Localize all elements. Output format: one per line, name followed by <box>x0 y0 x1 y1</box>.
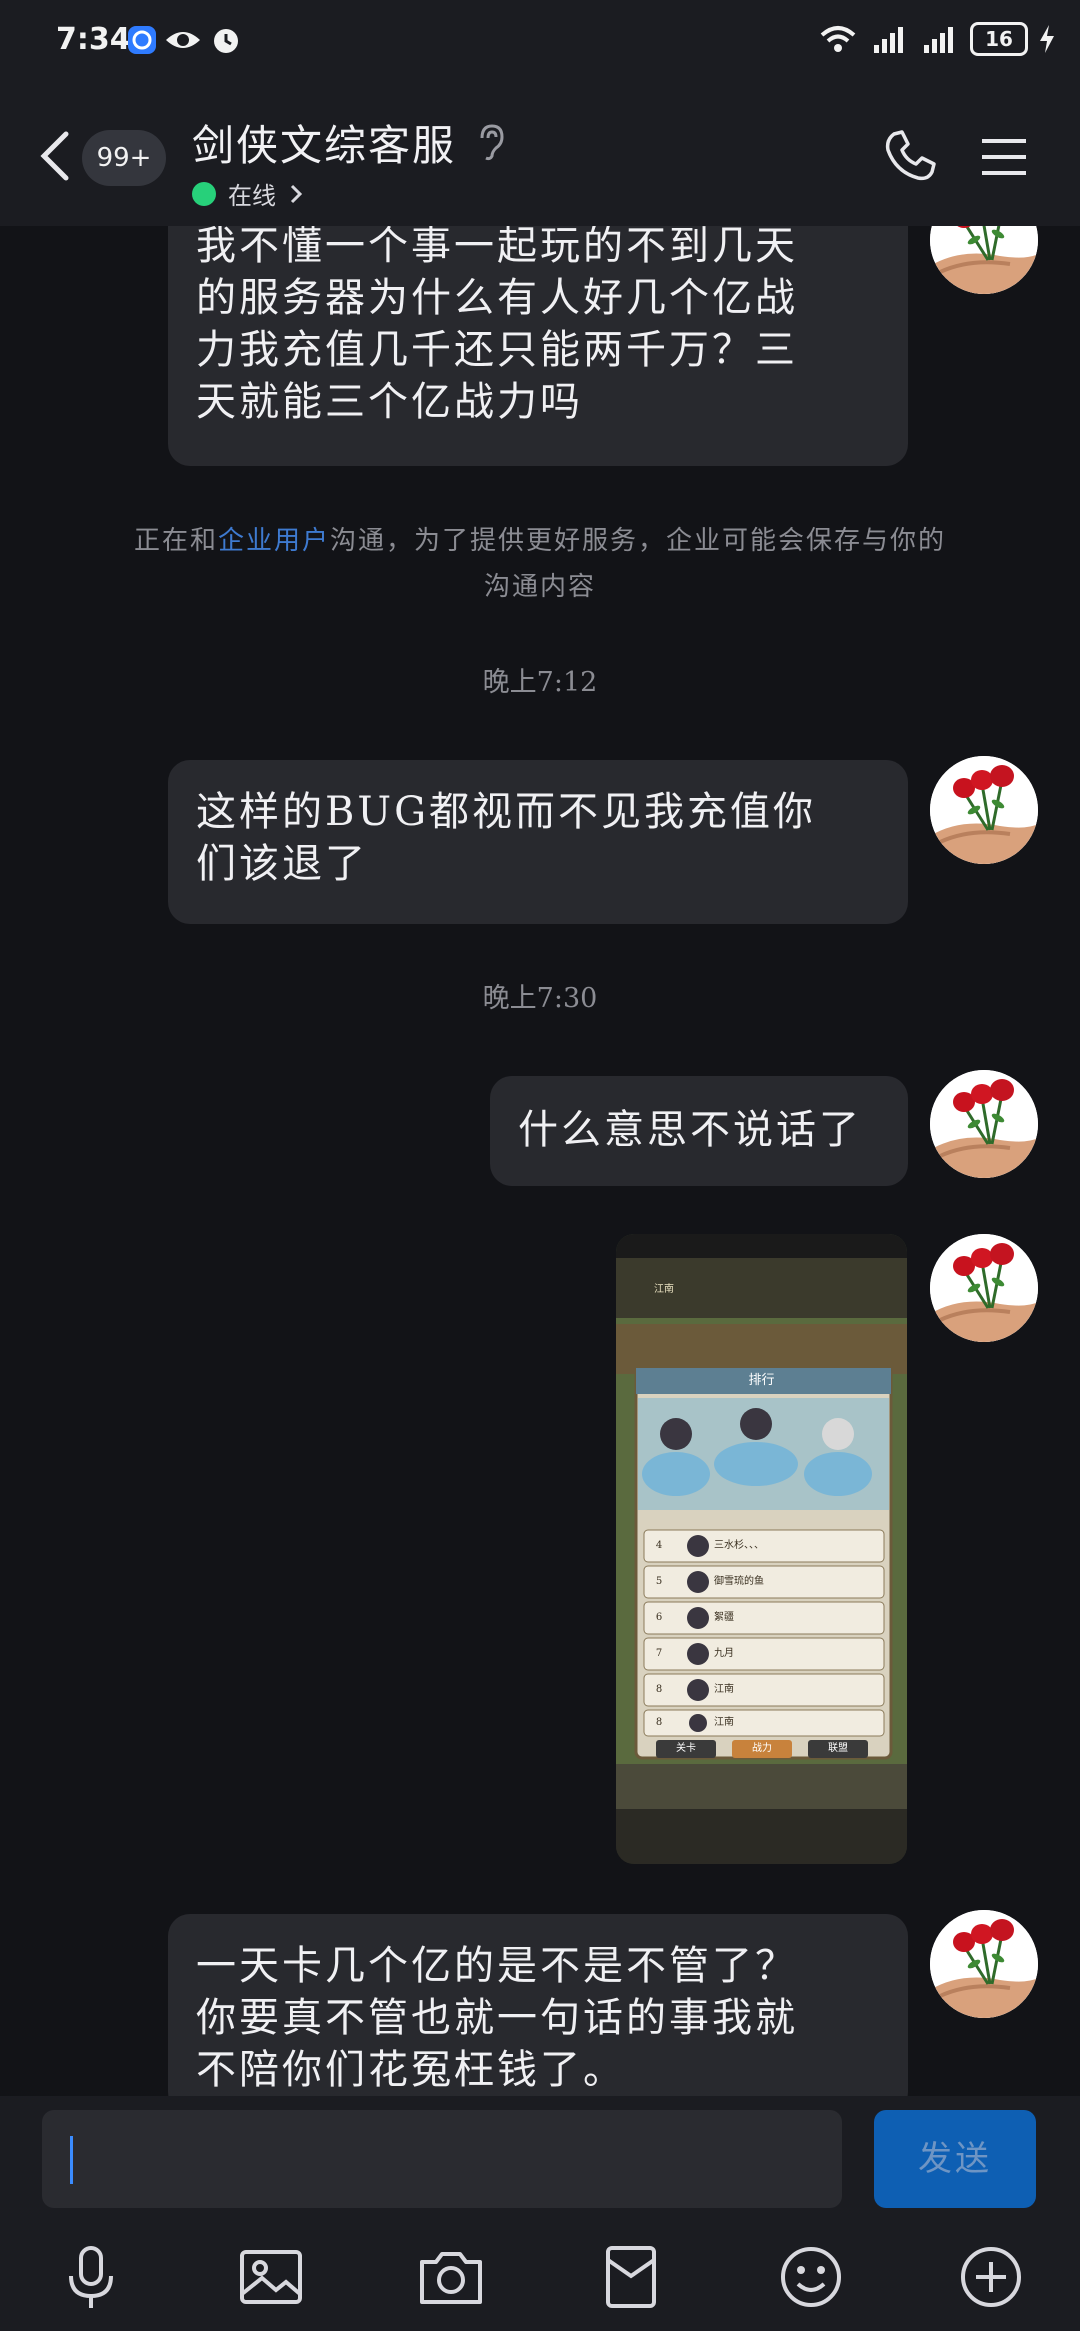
message-line: 们该退了 <box>196 841 368 887</box>
microphone-icon[interactable] <box>56 2242 126 2312</box>
game-tab: 联盟 <box>828 1743 848 1754</box>
timestamp: 晚上7:30 <box>482 983 598 1014</box>
message-line: 这样的BUG都视而不见我充值你 <box>196 789 817 835</box>
alarm-icon <box>214 29 238 53</box>
unread-badge[interactable]: 99+ <box>82 130 166 186</box>
message-line: 不陪你们花冤枉钱了。 <box>196 2047 626 2093</box>
game-panel-title: 排行 <box>748 1373 775 1388</box>
send-button[interactable]: 发送 <box>874 2110 1036 2208</box>
wifi-icon <box>820 26 856 52</box>
charging-icon <box>1040 25 1054 53</box>
phone-icon[interactable] <box>882 128 938 184</box>
signal-1-icon <box>874 27 903 53</box>
game-tab: 关卡 <box>676 1743 696 1754</box>
image-message-screenshot[interactable]: 排行 江南 4 三水杉、、、 5 御雪琉的鱼 6 絮疆 7 九月 8 江南 8 江南 关卡 … <box>616 1234 907 1864</box>
online-label: 在线 <box>228 182 276 210</box>
chat-title[interactable]: 剑侠文综客服 <box>192 112 456 173</box>
avatar[interactable] <box>930 756 1038 864</box>
header-overlay: 99+ 剑侠文综客服 在线 <box>0 86 1080 226</box>
message-line: 力我充值几千还只能两千万？三 <box>196 327 798 373</box>
message-input[interactable] <box>42 2110 842 2208</box>
status-indicators: 16 <box>816 22 1056 56</box>
game-player-name: 江南 <box>654 1284 674 1295</box>
status-time: 7:34 <box>56 22 131 57</box>
chevron-right-icon <box>290 184 303 203</box>
message-bubble-2[interactable]: 这样的BUG都视而不见我充值你 们该退了 <box>168 760 908 924</box>
battery-level: 16 <box>970 22 1028 56</box>
game-tab: 战力 <box>752 1743 772 1754</box>
message-text: 什么意思不说话了 <box>518 1107 862 1153</box>
message-line: 一天卡几个亿的是不是不管了？ <box>196 1943 798 1989</box>
shield-app-icon <box>128 26 156 54</box>
message-bubble-1[interactable]: 我不懂一个事一起玩的不到几天 的服务器为什么有人好几个亿战 力我充值几千还只能两… <box>168 196 908 466</box>
camera-icon[interactable] <box>416 2242 486 2312</box>
message-line: 我不懂一个事一起玩的不到几天 <box>196 223 798 269</box>
avatar[interactable] <box>930 1910 1038 2018</box>
enterprise-user-link[interactable]: 企业用户 <box>218 526 330 556</box>
image-icon[interactable] <box>236 2242 306 2312</box>
game-rank-list: 4 三水杉、、、 5 御雪琉的鱼 6 絮疆 7 九月 8 江南 8 江南 <box>655 1540 764 1728</box>
avatar[interactable] <box>930 1070 1038 1178</box>
menu-icon[interactable] <box>980 136 1028 178</box>
back-arrow-icon[interactable] <box>36 130 72 182</box>
message-line: 天就能三个亿战力吗 <box>196 379 583 425</box>
text-caret <box>70 2136 73 2184</box>
emoji-icon[interactable] <box>776 2242 846 2312</box>
online-status[interactable]: 在线 <box>192 176 304 211</box>
message-bubble-3[interactable]: 什么意思不说话了 <box>490 1076 908 1186</box>
timestamp: 晚上7:12 <box>482 667 598 698</box>
signal-2-icon <box>924 27 953 53</box>
ear-icon <box>480 124 504 161</box>
system-notice: 正在和企业用户沟通，为了提供更好服务，企业可能会保存与你的 沟通内容 <box>133 526 947 602</box>
status-bar: 7:34 16 <box>0 0 1080 86</box>
avatar[interactable] <box>930 1234 1038 1342</box>
plus-icon[interactable] <box>956 2242 1026 2312</box>
avatar-peek <box>930 186 1038 226</box>
message-line: 你要真不管也就一句话的事我就 <box>196 1995 798 2041</box>
eye-icon <box>166 32 200 48</box>
message-bubble-4[interactable]: 一天卡几个亿的是不是不管了？ 你要真不管也就一句话的事我就 不陪你们花冤枉钱了。 <box>168 1914 908 2114</box>
input-bar: 发送 <box>0 2096 1080 2331</box>
message-line: 的服务器为什么有人好几个亿战 <box>196 275 798 321</box>
online-dot <box>192 181 216 206</box>
red-packet-icon[interactable] <box>596 2242 666 2312</box>
